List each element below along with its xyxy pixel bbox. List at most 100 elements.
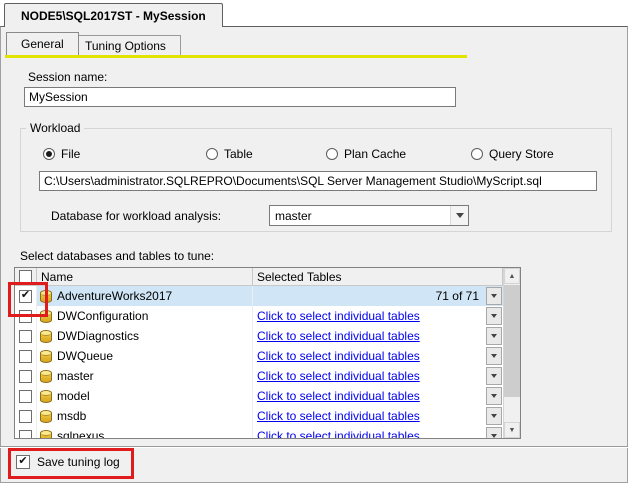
tab-tuning-options[interactable]: Tuning Options xyxy=(70,35,181,55)
radio-label: Plan Cache xyxy=(344,147,407,161)
row-checkbox[interactable] xyxy=(19,329,32,343)
row-dropdown-button[interactable] xyxy=(486,407,502,425)
chevron-down-icon xyxy=(455,213,464,218)
row-dropdown-button[interactable] xyxy=(486,427,502,438)
workload-file-input[interactable] xyxy=(39,171,597,191)
row-checkbox[interactable] xyxy=(19,309,32,323)
chevron-down-icon xyxy=(491,334,497,338)
save-tuning-log[interactable]: Save tuning log xyxy=(16,455,120,469)
combobox-dropdown-button[interactable] xyxy=(450,206,468,225)
row-checkbox-cell[interactable] xyxy=(15,286,37,306)
selected-tables-cell: Click to select individual tables xyxy=(253,346,503,366)
scroll-up-button[interactable]: ▲ xyxy=(504,268,520,284)
chevron-down-icon xyxy=(491,294,497,298)
row-checkbox-cell[interactable] xyxy=(15,346,37,366)
select-tables-link[interactable]: Click to select individual tables xyxy=(257,389,420,403)
selected-tables-cell: Click to select individual tables xyxy=(253,406,503,426)
row-dropdown-button[interactable] xyxy=(486,307,502,325)
table-row[interactable]: sqlnexus Click to select individual table… xyxy=(15,426,520,439)
select-tables-link[interactable]: Click to select individual tables xyxy=(257,329,420,343)
row-checkbox[interactable] xyxy=(19,369,32,383)
select-all-checkbox[interactable] xyxy=(19,270,32,283)
row-dropdown-button[interactable] xyxy=(486,327,502,345)
tab-tuning-options-label: Tuning Options xyxy=(85,38,166,53)
selected-tables-cell: 71 of 71 xyxy=(253,286,503,306)
row-checkbox-cell[interactable] xyxy=(15,406,37,426)
row-dropdown-button[interactable] xyxy=(486,287,502,305)
radio-plan-cache[interactable]: Plan Cache xyxy=(326,147,406,161)
table-row[interactable]: DWConfiguration Click to select individua… xyxy=(15,306,520,326)
save-tuning-log-checkbox[interactable] xyxy=(16,455,30,469)
workload-group-label: Workload xyxy=(26,121,85,135)
row-checkbox-cell[interactable] xyxy=(15,386,37,406)
database-icon xyxy=(40,409,52,423)
table-row[interactable]: model Click to select individual tables xyxy=(15,386,520,406)
radio-table[interactable]: Table xyxy=(206,147,253,161)
scroll-down-icon: ▼ xyxy=(508,426,516,434)
scroll-down-button[interactable]: ▼ xyxy=(504,422,520,438)
radio-label: Table xyxy=(224,147,253,161)
workload-database-combobox[interactable]: master xyxy=(269,205,469,226)
tab-general[interactable]: General xyxy=(6,32,79,55)
database-name-cell: DWQueue xyxy=(37,346,253,366)
grid-body: AdventureWorks2017 71 of 71 DWConfiguratio… xyxy=(15,286,520,439)
row-dropdown-button[interactable] xyxy=(486,367,502,385)
radio-button-icon[interactable] xyxy=(43,148,55,160)
database-name-cell: msdb xyxy=(37,406,253,426)
database-name: sqlnexus xyxy=(57,429,105,439)
radio-button-icon[interactable] xyxy=(471,148,483,160)
database-icon xyxy=(40,349,52,363)
chevron-down-icon xyxy=(491,354,497,358)
select-tables-link[interactable]: Click to select individual tables xyxy=(257,409,420,423)
select-tables-link[interactable]: Click to select individual tables xyxy=(257,429,420,438)
database-name: DWQueue xyxy=(57,349,114,363)
grid-scrollbar[interactable]: ▲ ▼ xyxy=(503,268,520,438)
row-dropdown-button[interactable] xyxy=(486,387,502,405)
select-tables-link[interactable]: Click to select individual tables xyxy=(257,309,420,323)
table-row[interactable]: DWDiagnostics Click to select individual … xyxy=(15,326,520,346)
scrollbar-thumb[interactable] xyxy=(504,285,520,397)
chevron-down-icon xyxy=(491,394,497,398)
row-checkbox-cell[interactable] xyxy=(15,426,37,438)
column-header-name[interactable]: Name xyxy=(37,268,253,285)
select-all-checkbox-cell[interactable] xyxy=(15,268,37,285)
database-grid: Name Selected Tables AdventureWorks2017 7… xyxy=(14,267,521,439)
column-header-selected-tables[interactable]: Selected Tables xyxy=(253,268,503,285)
row-checkbox-cell[interactable] xyxy=(15,366,37,386)
database-name: model xyxy=(57,389,90,403)
session-document-tab[interactable]: NODE5\SQL2017ST - MySession xyxy=(4,3,223,27)
row-dropdown-button[interactable] xyxy=(486,347,502,365)
tab-general-label: General xyxy=(21,37,64,51)
row-checkbox-cell[interactable] xyxy=(15,306,37,326)
select-tables-link[interactable]: Click to select individual tables xyxy=(257,349,420,363)
session-name-input[interactable] xyxy=(24,87,456,107)
radio-query-store[interactable]: Query Store xyxy=(471,147,554,161)
chevron-down-icon xyxy=(491,374,497,378)
footer-separator xyxy=(0,446,628,448)
session-name-label: Session name: xyxy=(28,70,108,84)
radio-button-icon[interactable] xyxy=(206,148,218,160)
radio-file[interactable]: File xyxy=(43,147,80,161)
database-icon xyxy=(40,429,52,438)
database-name-cell: sqlnexus xyxy=(37,426,253,439)
table-row[interactable]: DWQueue Click to select individual tables xyxy=(15,346,520,366)
chevron-down-icon xyxy=(491,414,497,418)
radio-label: Query Store xyxy=(489,147,554,161)
row-checkbox[interactable] xyxy=(19,409,32,423)
row-checkbox-cell[interactable] xyxy=(15,326,37,346)
selected-tables-cell: Click to select individual tables xyxy=(253,366,503,386)
table-row[interactable]: master Click to select individual tables xyxy=(15,366,520,386)
radio-button-icon[interactable] xyxy=(326,148,338,160)
database-name-cell: DWDiagnostics xyxy=(37,326,253,346)
table-row[interactable]: AdventureWorks2017 71 of 71 xyxy=(15,286,520,306)
row-checkbox[interactable] xyxy=(19,389,32,403)
grid-header: Name Selected Tables xyxy=(15,268,520,286)
row-checkbox[interactable] xyxy=(19,349,32,363)
row-checkbox[interactable] xyxy=(19,289,32,303)
database-name-cell: model xyxy=(37,386,253,406)
database-name: DWDiagnostics xyxy=(57,329,140,343)
row-checkbox[interactable] xyxy=(19,429,32,438)
database-name: AdventureWorks2017 xyxy=(57,289,173,303)
table-row[interactable]: msdb Click to select individual tables xyxy=(15,406,520,426)
select-tables-link[interactable]: Click to select individual tables xyxy=(257,369,420,383)
